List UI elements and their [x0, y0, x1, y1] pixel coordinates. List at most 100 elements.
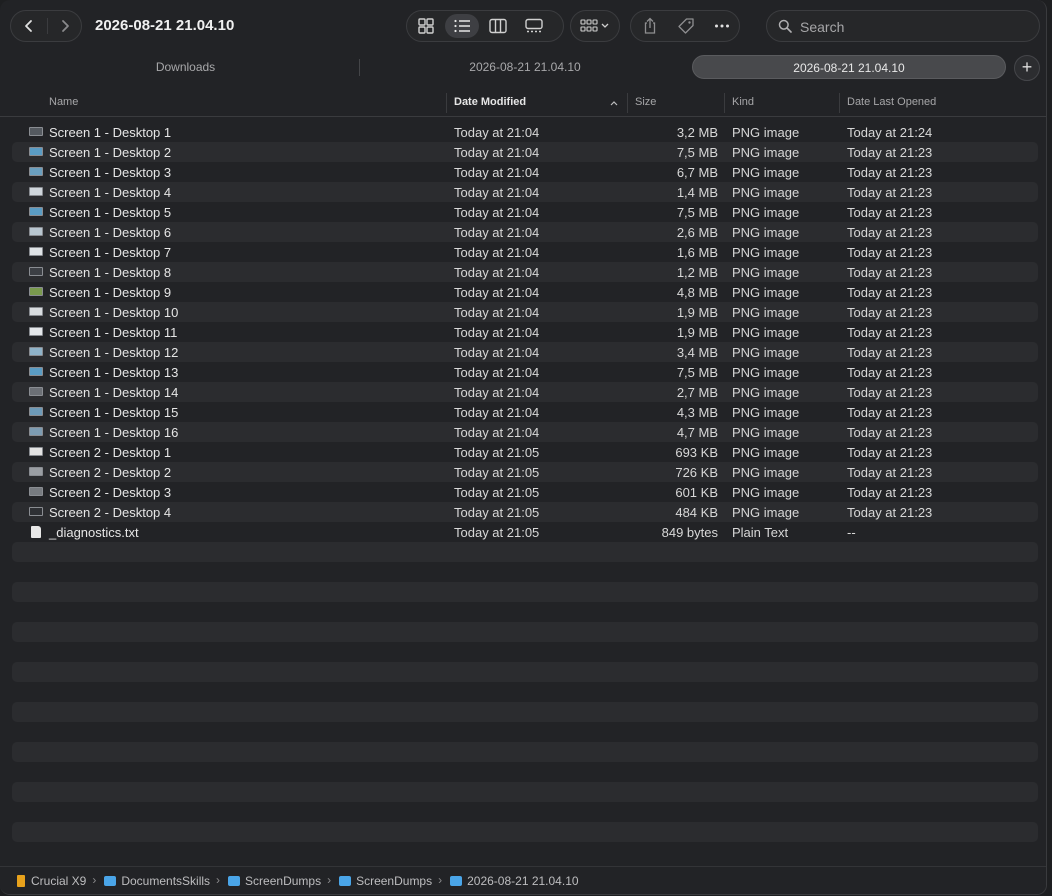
- file-name: Screen 1 - Desktop 13: [49, 365, 179, 380]
- file-size: 4,3 MB: [676, 405, 718, 420]
- empty-row: [12, 682, 1038, 702]
- file-row[interactable]: Screen 2 - Desktop 2 Today at 21:05 726 KB…: [12, 462, 1038, 482]
- search-field[interactable]: [766, 10, 1040, 42]
- column-divider[interactable]: [627, 93, 628, 113]
- file-row[interactable]: Screen 1 - Desktop 8 Today at 21:04 1,2 MB…: [12, 262, 1038, 282]
- file-date-last-opened: Today at 21:23: [847, 485, 933, 500]
- path-separator: ›: [438, 873, 443, 887]
- file-name: Screen 1 - Desktop 16: [49, 425, 179, 440]
- file-size: 4,7 MB: [676, 425, 718, 440]
- path-separator: ›: [92, 873, 97, 887]
- file-row[interactable]: Screen 1 - Desktop 15 Today at 21:04 4,3 M…: [12, 402, 1038, 422]
- column-kind[interactable]: Kind: [732, 96, 754, 108]
- file-name: Screen 1 - Desktop 14: [49, 385, 179, 400]
- path-crumb[interactable]: DocumentsSkills: [121, 874, 210, 888]
- tab-bar: Downloads 2026-08-21 21.04.10 2026-08-21…: [0, 54, 1046, 82]
- png-icon: [29, 487, 43, 496]
- file-row[interactable]: Screen 1 - Desktop 5 Today at 21:04 7,5 MB…: [12, 202, 1038, 222]
- file-row[interactable]: Screen 1 - Desktop 14 Today at 21:04 2,7 M…: [12, 382, 1038, 402]
- file-row[interactable]: Screen 2 - Desktop 1 Today at 21:05 693 KB…: [12, 442, 1038, 462]
- file-row[interactable]: Screen 1 - Desktop 13 Today at 21:04 7,5 M…: [12, 362, 1038, 382]
- more-button[interactable]: [705, 14, 739, 38]
- empty-row: [12, 762, 1038, 782]
- column-divider[interactable]: [446, 93, 447, 113]
- path-crumb[interactable]: ScreenDumps: [356, 874, 432, 888]
- png-icon: [29, 167, 43, 176]
- file-size: 2,6 MB: [676, 225, 718, 240]
- back-button[interactable]: [11, 11, 47, 41]
- png-icon: [29, 227, 43, 236]
- icon-view-button[interactable]: [409, 14, 443, 38]
- file-date-modified: Today at 21:04: [454, 125, 540, 140]
- column-divider[interactable]: [839, 93, 840, 113]
- tab-downloads[interactable]: Downloads: [12, 55, 359, 79]
- tab-folder-active[interactable]: 2026-08-21 21.04.10: [692, 55, 1006, 79]
- file-row[interactable]: Screen 2 - Desktop 3 Today at 21:05 601 KB…: [12, 482, 1038, 502]
- file-size: 1,9 MB: [676, 305, 718, 320]
- column-divider[interactable]: [724, 93, 725, 113]
- new-tab-button[interactable]: +: [1014, 55, 1040, 81]
- forward-button[interactable]: [47, 11, 83, 41]
- file-row[interactable]: Screen 1 - Desktop 7 Today at 21:04 1,6 MB…: [12, 242, 1038, 262]
- file-size: 1,2 MB: [676, 265, 718, 280]
- file-row[interactable]: Screen 1 - Desktop 12 Today at 21:04 3,4 M…: [12, 342, 1038, 362]
- file-size: 2,7 MB: [676, 385, 718, 400]
- file-size: 1,9 MB: [676, 325, 718, 340]
- file-row[interactable]: Screen 1 - Desktop 10 Today at 21:04 1,9 M…: [12, 302, 1038, 322]
- column-date-last-opened[interactable]: Date Last Opened: [847, 96, 936, 108]
- path-bar: Crucial X9 › DocumentsSkills › ScreenDumps › S…: [0, 866, 1046, 894]
- file-row[interactable]: Screen 1 - Desktop 2 Today at 21:04 7,5 MB…: [12, 142, 1038, 162]
- file-date-modified: Today at 21:05: [454, 505, 540, 520]
- column-date-modified[interactable]: Date Modified: [454, 96, 526, 108]
- search-input[interactable]: [798, 16, 1032, 38]
- file-name: Screen 2 - Desktop 1: [49, 445, 172, 460]
- empty-row: [12, 822, 1038, 842]
- list-view-button[interactable]: [445, 14, 479, 38]
- file-row[interactable]: Screen 1 - Desktop 6 Today at 21:04 2,6 MB…: [12, 222, 1038, 242]
- file-row[interactable]: Screen 1 - Desktop 11 Today at 21:04 1,9 M…: [12, 322, 1038, 342]
- grid-icon: [418, 18, 434, 34]
- file-date-last-opened: Today at 21:23: [847, 365, 933, 380]
- group-by-button[interactable]: [570, 10, 620, 42]
- file-row[interactable]: Screen 1 - Desktop 1 Today at 21:04 3,2 MB…: [12, 122, 1038, 142]
- empty-row: [12, 742, 1038, 762]
- file-row[interactable]: Screen 1 - Desktop 4 Today at 21:04 1,4 MB…: [12, 182, 1038, 202]
- empty-row: [12, 622, 1038, 642]
- path-crumb[interactable]: 2026-08-21 21.04.10: [467, 874, 578, 888]
- file-date-last-opened: Today at 21:23: [847, 265, 933, 280]
- file-name: Screen 1 - Desktop 8: [49, 265, 172, 280]
- file-kind: PNG image: [732, 425, 800, 440]
- external-drive-icon: [17, 875, 25, 887]
- view-mode-group: [406, 10, 564, 42]
- file-date-modified: Today at 21:05: [454, 485, 540, 500]
- share-button[interactable]: [633, 14, 667, 38]
- column-view-button[interactable]: [481, 14, 515, 38]
- folder-icon: [450, 876, 463, 886]
- tags-button[interactable]: [669, 14, 703, 38]
- path-crumb[interactable]: Crucial X9: [31, 874, 86, 888]
- gallery-view-button[interactable]: [517, 14, 551, 38]
- file-size: 7,5 MB: [676, 365, 718, 380]
- file-row[interactable]: Screen 1 - Desktop 9 Today at 21:04 4,8 MB…: [12, 282, 1038, 302]
- file-name: Screen 2 - Desktop 2: [49, 465, 172, 480]
- file-row[interactable]: Screen 2 - Desktop 4 Today at 21:05 484 KB…: [12, 502, 1038, 522]
- file-date-modified: Today at 21:04: [454, 385, 540, 400]
- empty-row: [12, 782, 1038, 802]
- path-crumb[interactable]: ScreenDumps: [245, 874, 321, 888]
- action-group: [630, 10, 740, 42]
- file-kind: PNG image: [732, 225, 800, 240]
- file-name: Screen 1 - Desktop 4: [49, 185, 172, 200]
- file-row[interactable]: Screen 1 - Desktop 3 Today at 21:04 6,7 MB…: [12, 162, 1038, 182]
- columns-icon: [489, 18, 507, 34]
- tab-folder[interactable]: 2026-08-21 21.04.10: [360, 55, 690, 79]
- file-size: 693 KB: [675, 445, 718, 460]
- file-date-last-opened: Today at 21:23: [847, 285, 933, 300]
- file-row[interactable]: _diagnostics.txt Today at 21:05 849 bytes P…: [12, 522, 1038, 542]
- png-icon: [29, 347, 43, 356]
- file-row[interactable]: Screen 1 - Desktop 16 Today at 21:04 4,7 M…: [12, 422, 1038, 442]
- file-date-last-opened: Today at 21:23: [847, 145, 933, 160]
- column-name[interactable]: Name: [49, 96, 78, 108]
- png-icon: [29, 507, 43, 516]
- column-size[interactable]: Size: [635, 96, 656, 108]
- png-icon: [29, 287, 43, 296]
